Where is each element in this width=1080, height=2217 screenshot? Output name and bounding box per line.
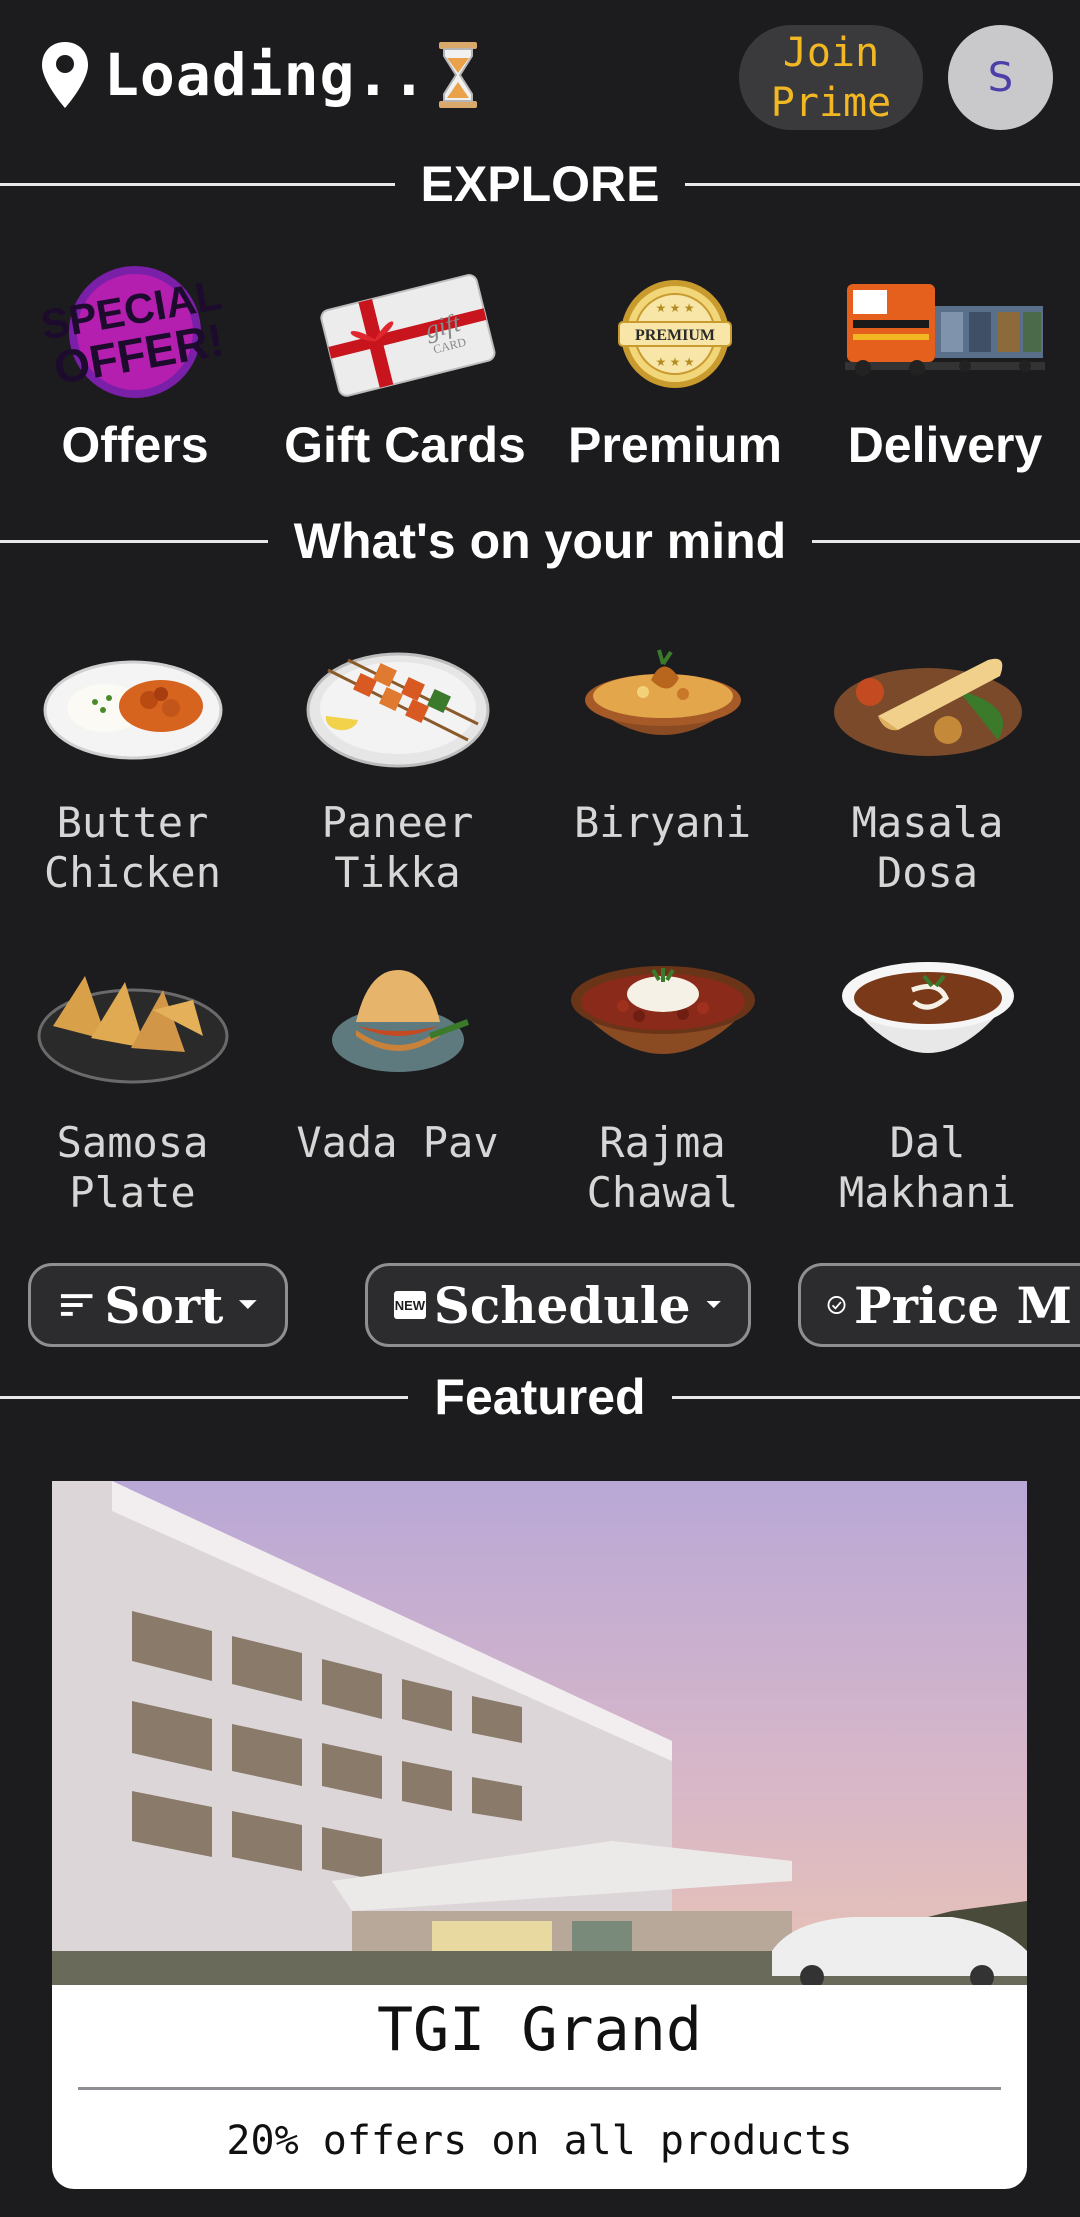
featured-section-header: Featured xyxy=(0,1368,1080,1426)
schedule-filter-chip[interactable]: NEW Schedule xyxy=(365,1263,751,1347)
divider-line xyxy=(0,182,395,186)
featured-title: Featured xyxy=(434,1369,646,1425)
divider-line xyxy=(671,1395,1080,1399)
join-prime-line2: Prime xyxy=(770,79,892,126)
hourglass-icon xyxy=(439,42,478,108)
join-prime-button[interactable]: Join Prime xyxy=(739,25,923,130)
explore-delivery[interactable]: Delivery xyxy=(815,262,1075,474)
rajma-chawal-image xyxy=(570,966,755,1054)
location-pin-icon xyxy=(42,42,88,108)
sort-icon xyxy=(60,1294,93,1316)
food-label-line2: Chawal xyxy=(586,1168,739,1217)
food-label-line2: Dosa xyxy=(876,848,979,897)
card-divider xyxy=(78,2087,1001,2090)
location-text: Loading.. xyxy=(104,41,428,109)
vada-pav-image xyxy=(331,970,469,1072)
food-paneer-tikka[interactable]: Paneer Tikka xyxy=(265,620,530,898)
food-rajma-chawal[interactable]: Rajma Chawal xyxy=(530,940,795,1218)
explore-section-header: EXPLORE xyxy=(0,155,1080,213)
train-icon xyxy=(845,284,1045,376)
explore-premium-label: Premium xyxy=(568,417,782,473)
svg-text:★ ★ ★: ★ ★ ★ xyxy=(656,355,695,369)
food-label-line2: Plate xyxy=(69,1168,196,1217)
food-label-line1: Rajma xyxy=(599,1118,726,1167)
divider-line xyxy=(0,539,268,543)
biryani-image xyxy=(584,649,741,735)
food-label-line1: Dal xyxy=(889,1118,966,1167)
divider-line xyxy=(812,539,1080,543)
samosa-plate-image xyxy=(37,976,228,1084)
food-label-line1: Biryani xyxy=(573,798,751,847)
svg-text:PREMIUM: PREMIUM xyxy=(635,327,715,344)
avatar-initial: S xyxy=(987,54,1014,101)
dal-makhani-image xyxy=(841,962,1014,1053)
food-vada-pav[interactable]: Vada Pav xyxy=(265,940,530,1168)
food-label-line1: Samosa xyxy=(56,1118,209,1167)
masala-dosa-image xyxy=(833,658,1022,756)
food-label-line1: Masala xyxy=(851,798,1004,847)
schedule-label: Schedule xyxy=(433,1275,691,1335)
restaurant-name: TGI Grand xyxy=(376,1995,703,2065)
explore-premium[interactable]: PREMIUM ★ ★ ★ ★ ★ ★ Premium xyxy=(545,262,805,474)
hotel-photo xyxy=(52,1481,1027,1985)
user-avatar[interactable]: S xyxy=(948,25,1053,130)
food-label-line2: Makhani xyxy=(838,1168,1016,1217)
location-selector[interactable]: Loading.. xyxy=(40,40,483,110)
divider-line xyxy=(0,1395,409,1399)
price-filter-chip[interactable]: Price M xyxy=(798,1263,1080,1347)
explore-offers[interactable]: SPECIAL OFFER! Offers xyxy=(5,262,265,474)
gift-card-icon: gift CARD xyxy=(320,274,496,397)
food-samosa-plate[interactable]: Samosa Plate xyxy=(0,940,265,1218)
restaurant-offer-text: 20% offers on all products xyxy=(226,2118,853,2164)
food-butter-chicken[interactable]: Butter Chicken xyxy=(0,620,265,898)
price-label: Price M xyxy=(854,1275,1072,1335)
food-label-line1: Paneer xyxy=(321,798,474,847)
food-label-line1: Vada Pav xyxy=(296,1118,499,1167)
chevron-down-icon xyxy=(239,1300,258,1309)
special-offer-icon: SPECIAL OFFER! xyxy=(37,266,228,398)
top-bar: Loading.. Join Prime S xyxy=(0,0,1080,150)
explore-delivery-label: Delivery xyxy=(847,417,1043,473)
explore-gift-cards[interactable]: gift CARD Gift Cards xyxy=(275,262,535,474)
chevron-down-icon xyxy=(706,1301,721,1309)
svg-text:★ ★ ★: ★ ★ ★ xyxy=(656,301,695,315)
butter-chicken-image xyxy=(43,660,222,760)
sort-filter-chip[interactable]: Sort xyxy=(28,1263,288,1347)
food-biryani[interactable]: Biryani xyxy=(530,620,795,848)
explore-title: EXPLORE xyxy=(420,156,660,212)
new-badge-icon: NEW xyxy=(394,1291,426,1319)
food-dal-makhani[interactable]: Dal Makhani xyxy=(795,940,1060,1218)
food-label-line2: Chicken xyxy=(43,848,221,897)
premium-badge-icon: PREMIUM ★ ★ ★ ★ ★ ★ xyxy=(618,280,732,388)
food-label-line2: Tikka xyxy=(334,848,461,897)
join-prime-line1: Join xyxy=(782,29,880,76)
mind-section-header: What's on your mind xyxy=(0,512,1080,570)
paneer-tikka-image xyxy=(306,652,489,768)
check-circle-icon xyxy=(827,1296,846,1314)
food-masala-dosa[interactable]: Masala Dosa xyxy=(795,620,1060,898)
explore-gift-cards-label: Gift Cards xyxy=(284,417,526,473)
sort-label: Sort xyxy=(104,1275,224,1335)
featured-restaurant-card[interactable]: TGI Grand 20% offers on all products xyxy=(52,1481,1027,2189)
explore-offers-label: Offers xyxy=(61,417,209,473)
mind-title: What's on your mind xyxy=(293,513,787,569)
divider-line xyxy=(685,182,1080,186)
food-label-line1: Butter xyxy=(56,798,209,847)
